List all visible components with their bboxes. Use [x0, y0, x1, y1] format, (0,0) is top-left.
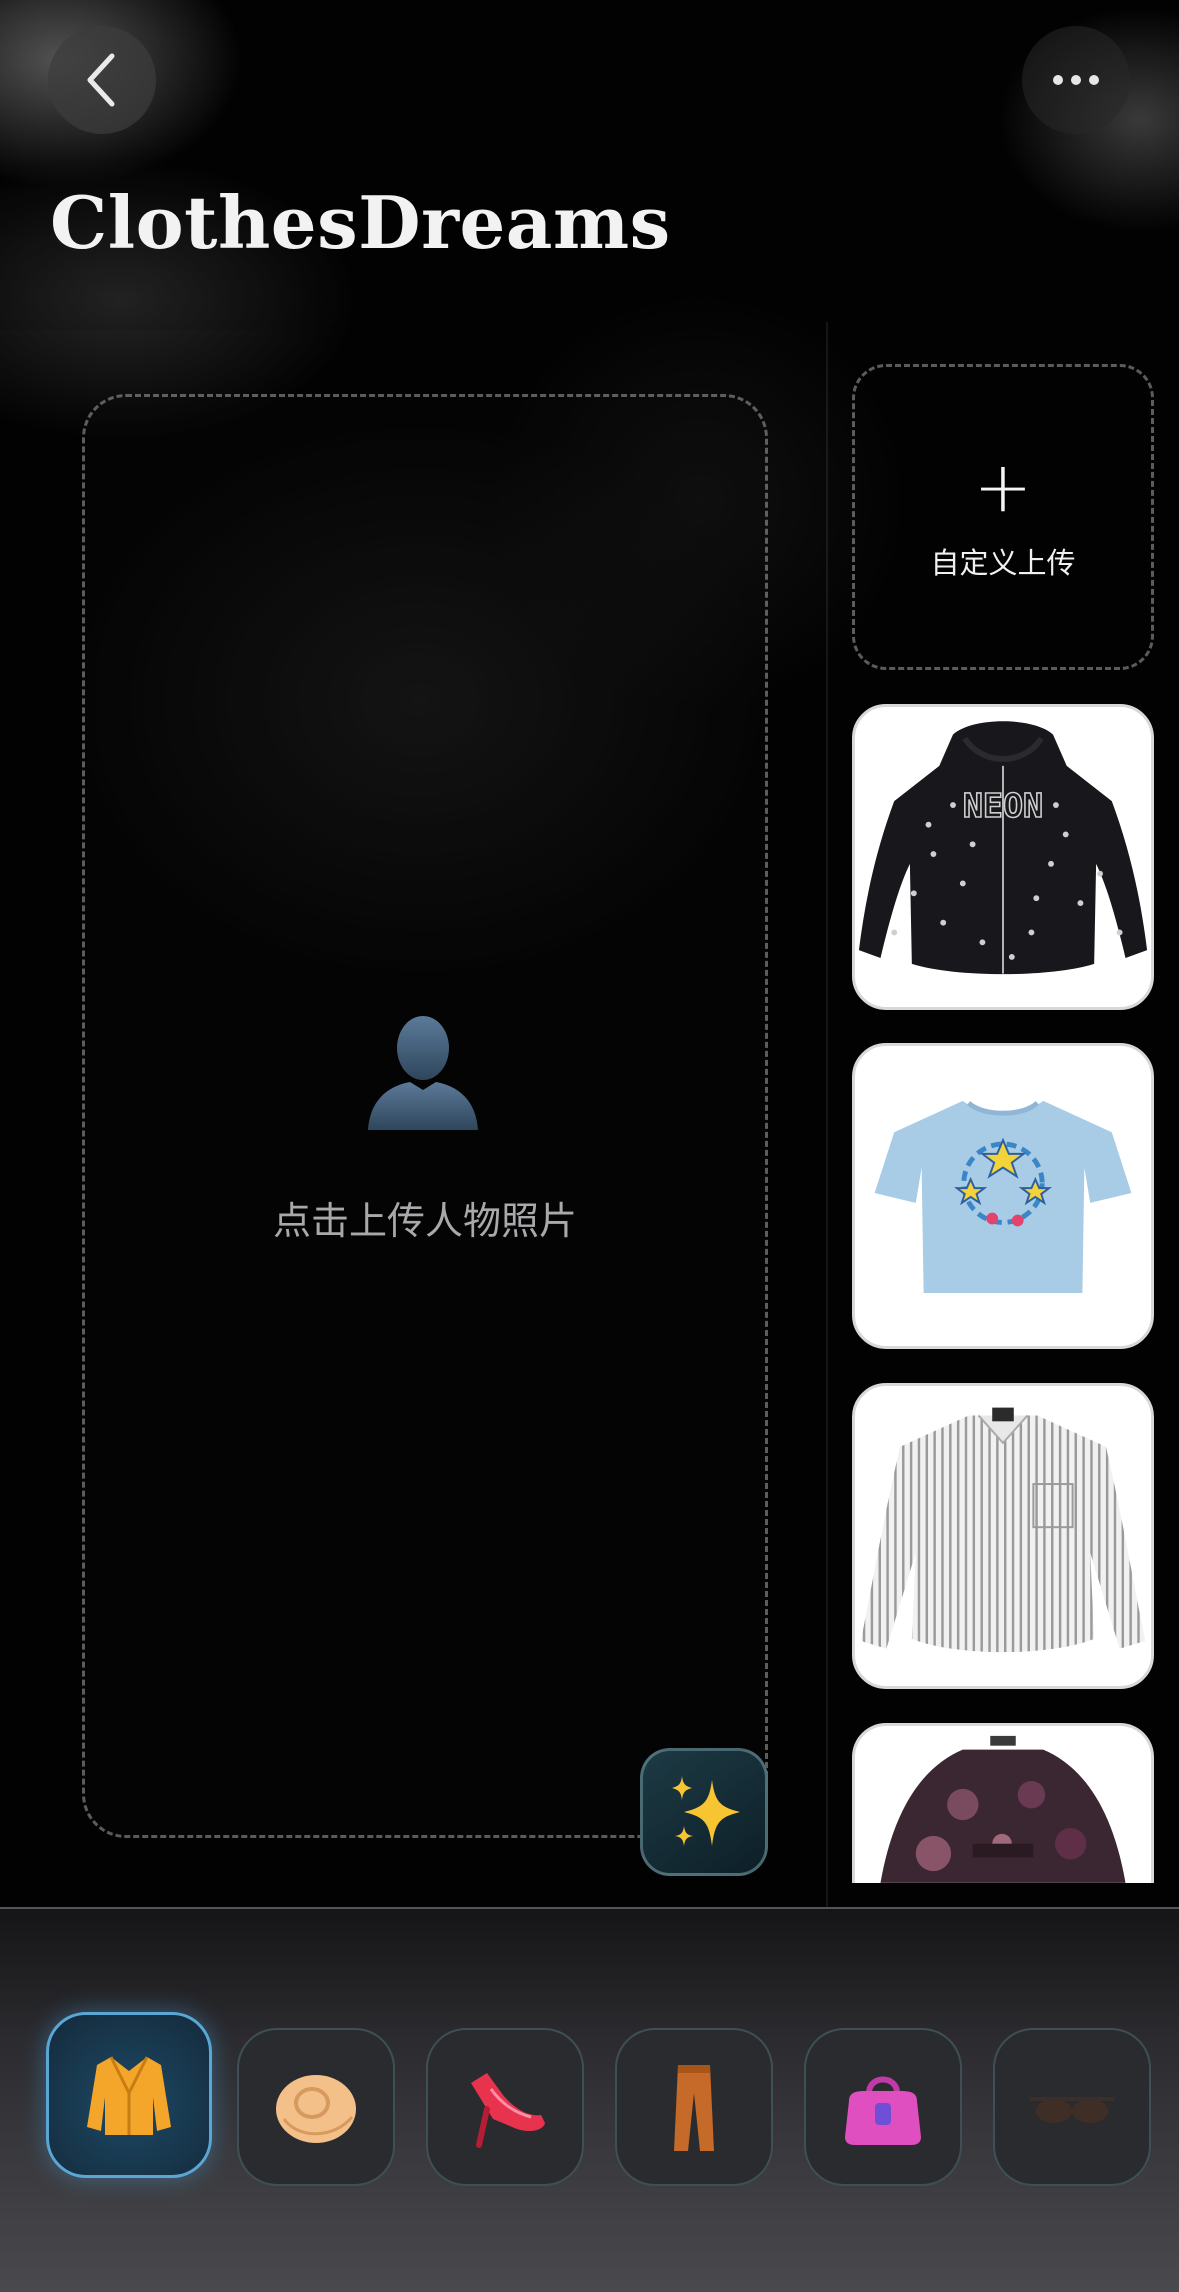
garment-thumbnail-striped-shirt[interactable]	[852, 1383, 1154, 1689]
sunglasses-icon	[1030, 2097, 1114, 2123]
person-silhouette-icon	[368, 1016, 478, 1130]
header-fade	[0, 0, 1179, 330]
hoodie-image: NEON	[858, 721, 1148, 975]
custom-upload-button[interactable]: + 自定义上传	[852, 364, 1154, 670]
hoodie-print-text: NEON	[963, 786, 1043, 825]
category-pants-button[interactable]	[615, 2028, 773, 2186]
more-dot-icon	[1053, 75, 1063, 85]
more-options-button[interactable]	[1022, 26, 1130, 134]
category-shoes-button[interactable]	[426, 2028, 584, 2186]
back-button[interactable]	[48, 26, 156, 134]
category-glasses-button[interactable]	[993, 2028, 1151, 2186]
striped-shirt-image	[860, 1407, 1146, 1653]
more-dot-icon	[1071, 75, 1081, 85]
category-hats-button[interactable]	[237, 2028, 395, 2186]
floral-blouse-image	[880, 1735, 1126, 1883]
generate-button[interactable]	[640, 1748, 768, 1876]
category-tops-button[interactable]	[46, 2012, 212, 2178]
garment-thumbnail-tshirt[interactable]	[852, 1043, 1154, 1349]
pants-icon	[674, 2065, 714, 2151]
more-dot-icon	[1089, 75, 1099, 85]
garment-thumbnail-hoodie[interactable]: NEON	[852, 704, 1154, 1010]
tshirt-image	[874, 1100, 1132, 1294]
handbag-icon	[845, 2076, 921, 2145]
plus-icon: +	[973, 446, 1033, 528]
category-bags-button[interactable]	[804, 2028, 962, 2186]
chevron-left-icon	[87, 53, 115, 107]
hat-icon	[276, 2075, 356, 2143]
upload-hint-text: 点击上传人物照片	[272, 1199, 577, 1243]
sparkles-icon	[672, 1776, 740, 1846]
panel-divider	[826, 322, 828, 1907]
jacket-icon	[87, 2056, 171, 2135]
page-title: ClothesDreams	[50, 180, 671, 265]
custom-upload-label: 自定义上传	[930, 546, 1076, 580]
garment-thumbnail-floral-blouse[interactable]	[852, 1723, 1154, 1883]
high-heel-icon	[471, 2073, 545, 2148]
